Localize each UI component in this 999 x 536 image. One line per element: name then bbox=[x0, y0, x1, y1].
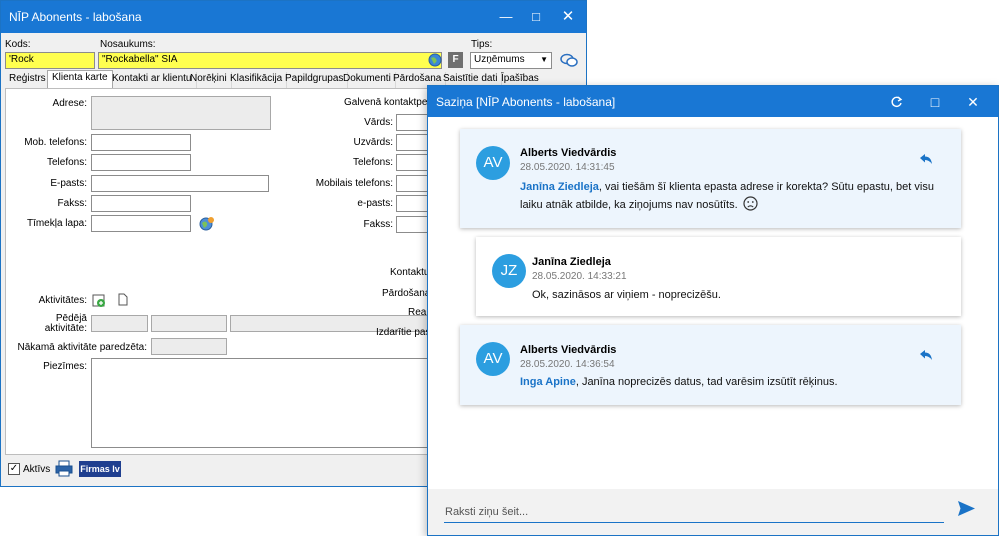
avatar: JZ bbox=[492, 254, 526, 288]
aktivs-checkbox[interactable]: ✓ bbox=[8, 463, 20, 475]
chat-window: Saziņa [NĪP Abonents - labošana] □ ✕ AV … bbox=[427, 85, 999, 536]
timekla-lapa-input[interactable] bbox=[91, 215, 191, 232]
message-mention[interactable]: Janīna Ziedleja bbox=[520, 181, 599, 193]
vards-label: Vārds: bbox=[364, 117, 393, 128]
message-card: AV Alberts Viedvārdis 28.05.2020. 14:31:… bbox=[460, 129, 961, 228]
message-author: Alberts Viedvārdis bbox=[520, 147, 617, 159]
message-text: , Janīna noprecizēs datus, tad varēsim i… bbox=[575, 376, 838, 388]
contact-telefons-label: Telefons: bbox=[352, 157, 393, 168]
maximize-icon[interactable]: □ bbox=[521, 1, 551, 33]
chat-bubbles-icon[interactable] bbox=[560, 53, 578, 68]
firmas-lv-button[interactable]: Firmas lv bbox=[79, 461, 121, 477]
kods-label: Kods: bbox=[5, 39, 31, 50]
telefons-label: Telefons: bbox=[46, 157, 87, 168]
tab-klasifikacija[interactable]: Klasifikācija bbox=[226, 72, 288, 88]
tips-select[interactable]: Uzņēmums ▼ bbox=[470, 52, 552, 69]
document-icon[interactable] bbox=[117, 293, 129, 306]
chevron-down-icon: ▼ bbox=[540, 55, 548, 64]
pedeja-aktivitate-type[interactable] bbox=[151, 315, 227, 332]
avatar: AV bbox=[476, 342, 510, 376]
piezimes-label: Piezīmes: bbox=[43, 361, 87, 372]
tips-select-value: Uzņēmums bbox=[474, 54, 525, 65]
minimize-icon[interactable]: — bbox=[491, 1, 521, 33]
tab-dokumenti[interactable]: Dokumenti bbox=[339, 72, 396, 88]
e-pasts-label: E-pasts: bbox=[50, 178, 87, 189]
telefons-input[interactable] bbox=[91, 154, 191, 171]
nakama-aktivitate-input[interactable] bbox=[151, 338, 227, 355]
aktivs-label: Aktīvs bbox=[23, 464, 51, 475]
message-time: 28.05.2020. 14:33:21 bbox=[532, 271, 627, 282]
reply-icon[interactable] bbox=[919, 153, 933, 165]
message-time: 28.05.2020. 14:36:54 bbox=[520, 359, 615, 370]
mobilais-telefons-label: Mobilais telefons: bbox=[315, 178, 393, 189]
message-text-block: Inga Apine, Janīna noprecizēs datus, tad… bbox=[520, 373, 940, 391]
message-text-block: Ok, sazināsos ar viņiem - noprecizēšu. bbox=[532, 286, 942, 304]
message-card: AV Alberts Viedvārdis 28.05.2020. 14:36:… bbox=[460, 325, 961, 405]
adrese-input[interactable] bbox=[91, 96, 271, 130]
message-time: 28.05.2020. 14:31:45 bbox=[520, 162, 615, 173]
send-icon[interactable] bbox=[957, 500, 976, 517]
nosaukums-label: Nosaukums: bbox=[100, 39, 156, 50]
piezimes-textarea[interactable] bbox=[91, 358, 431, 448]
web-globe-icon[interactable] bbox=[199, 216, 214, 231]
mob-telefons-input[interactable] bbox=[91, 134, 191, 151]
kods-input[interactable]: 'Rock bbox=[5, 52, 95, 69]
message-author: Janīna Ziedleja bbox=[532, 256, 611, 268]
chat-close-icon[interactable]: ✕ bbox=[958, 86, 988, 118]
f-button[interactable]: F bbox=[448, 52, 463, 68]
e-pasts-input[interactable] bbox=[91, 175, 269, 192]
reply-icon[interactable] bbox=[919, 349, 933, 361]
nakama-aktivitate-label: Nākamā aktivitāte paredzēta: bbox=[17, 342, 147, 353]
chat-maximize-icon[interactable]: □ bbox=[920, 86, 950, 118]
contact-fakss-label: Fakss: bbox=[363, 219, 393, 230]
message-author: Alberts Viedvārdis bbox=[520, 344, 617, 356]
tab-kontakti[interactable]: Kontakti ar klientu bbox=[108, 72, 197, 88]
message-input-bar bbox=[428, 489, 998, 535]
main-title-bar: NĪP Abonents - labošana — □ ✕ bbox=[1, 1, 586, 33]
uzvards-label: Uzvārds: bbox=[353, 137, 393, 148]
pedeja-label-line2: aktivitāte: bbox=[44, 323, 87, 334]
main-window-title: NĪP Abonents - labošana bbox=[9, 10, 142, 24]
timekla-lapa-label: Tīmekļa lapa: bbox=[26, 218, 87, 229]
pedeja-aktivitate-date[interactable] bbox=[91, 315, 148, 332]
sad-face-icon bbox=[743, 196, 758, 211]
refresh-icon[interactable] bbox=[890, 95, 903, 108]
message-text-block: Janīna Ziedleja, vai tiešām šī klienta e… bbox=[520, 178, 940, 214]
nosaukums-input[interactable]: "Rockabella" SIA bbox=[98, 52, 442, 69]
kontaktu-label: Kontaktu bbox=[390, 267, 430, 278]
tab-registrs[interactable]: Reģistrs bbox=[5, 72, 51, 88]
chat-window-title: Saziņa [NĪP Abonents - labošana] bbox=[436, 95, 616, 109]
close-icon[interactable]: ✕ bbox=[553, 1, 583, 33]
adrese-label: Adrese: bbox=[52, 98, 87, 109]
message-text: Ok, sazināsos ar viņiem - noprecizēšu. bbox=[532, 289, 721, 301]
fakss-label: Fakss: bbox=[57, 198, 87, 209]
avatar: AV bbox=[476, 146, 510, 180]
contact-e-pasts-label: e-pasts: bbox=[357, 198, 393, 209]
fakss-input[interactable] bbox=[91, 195, 191, 212]
message-mention[interactable]: Inga Apine bbox=[520, 376, 576, 388]
message-input[interactable] bbox=[444, 501, 944, 523]
mob-telefons-label: Mob. telefons: bbox=[24, 137, 87, 148]
add-activity-icon[interactable] bbox=[92, 293, 106, 307]
printer-icon[interactable] bbox=[55, 460, 73, 477]
globe-icon[interactable] bbox=[428, 53, 442, 67]
tab-klienta-karte[interactable]: Klienta karte bbox=[47, 70, 113, 89]
message-card: JZ Janīna Ziedleja 28.05.2020. 14:33:21 … bbox=[476, 237, 961, 316]
tab-norekini[interactable]: Norēķini bbox=[186, 72, 232, 88]
chat-title-bar: Saziņa [NĪP Abonents - labošana] □ ✕ bbox=[428, 86, 998, 117]
message-list: AV Alberts Viedvārdis 28.05.2020. 14:31:… bbox=[428, 117, 998, 489]
tips-label: Tips: bbox=[471, 39, 493, 50]
aktivitates-label: Aktivitātes: bbox=[38, 295, 87, 306]
